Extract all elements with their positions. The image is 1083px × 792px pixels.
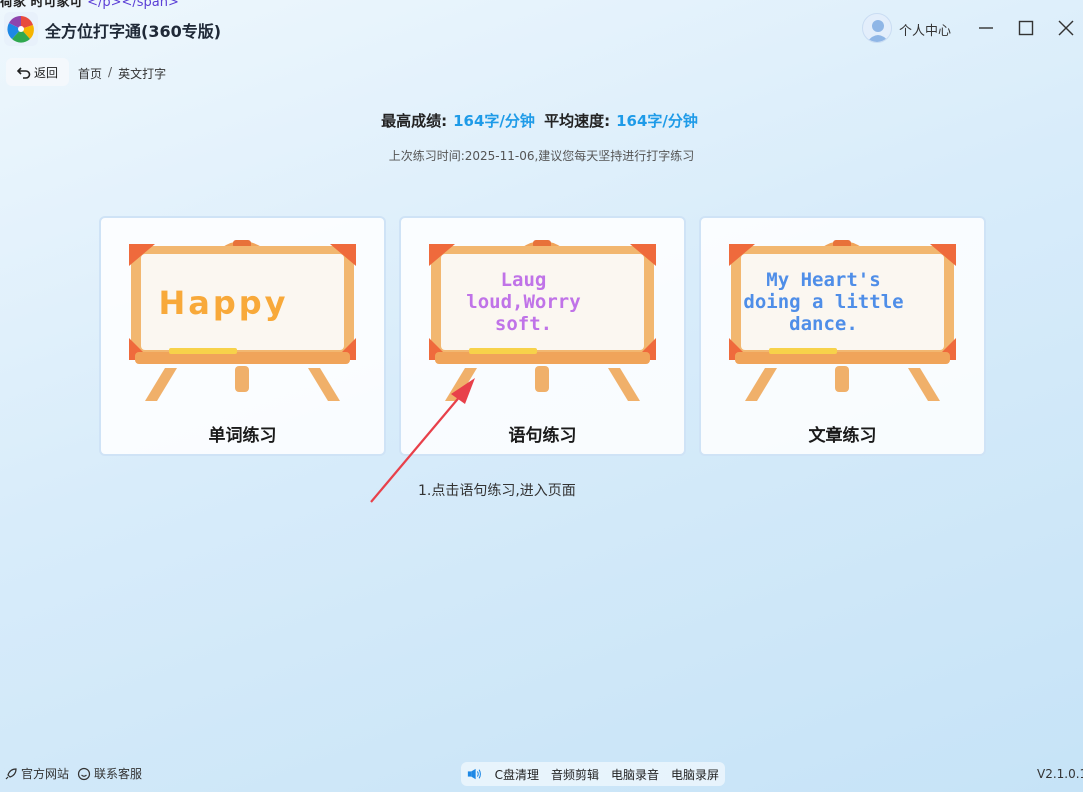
title-bar: 全方位打字通(360专版) 个人中心 bbox=[0, 6, 1083, 52]
tool-screen-record[interactable]: 电脑录屏 bbox=[671, 766, 719, 783]
annotation-text: 1.点击语句练习,进入页面 bbox=[418, 483, 576, 499]
card-label: 单词练习 bbox=[208, 426, 277, 446]
card-label: 文章练习 bbox=[808, 426, 877, 446]
footer-toolbar: C盘清理 音频剪辑 电脑录音 电脑录屏 bbox=[461, 762, 725, 786]
card-article-practice[interactable]: My Heart's doing a little dance. 文章练习 bbox=[699, 216, 986, 456]
board-text: Laug loud,Worry soft. bbox=[466, 269, 581, 335]
contact-support-label: 联系客服 bbox=[94, 767, 143, 781]
official-site-link[interactable]: 官方网站 bbox=[4, 765, 69, 782]
minimize-icon bbox=[979, 27, 993, 29]
breadcrumb: 首页 / 英文打字 bbox=[78, 65, 166, 82]
back-button[interactable]: 返回 bbox=[6, 58, 69, 86]
back-label: 返回 bbox=[33, 65, 58, 80]
close-icon bbox=[1058, 20, 1074, 36]
tool-audio-record[interactable]: 电脑录音 bbox=[611, 766, 659, 783]
minimize-button[interactable] bbox=[972, 14, 1000, 42]
avg-speed-value: 164字/分钟 bbox=[616, 112, 698, 130]
board-text: My Heart's doing a little dance. bbox=[743, 269, 904, 335]
tool-disk-clean[interactable]: C盘清理 bbox=[495, 766, 539, 783]
card-word-practice[interactable]: Happy 单词练习 bbox=[99, 216, 386, 456]
contact-support-link[interactable]: 联系客服 bbox=[77, 765, 142, 782]
close-button[interactable] bbox=[1052, 14, 1080, 42]
breadcrumb-separator: / bbox=[108, 65, 113, 79]
speaker-icon[interactable] bbox=[467, 767, 483, 781]
stats-row: 最高成绩: 164字/分钟 平均速度: 164字/分钟 bbox=[0, 110, 1083, 131]
support-icon bbox=[77, 767, 91, 780]
user-center-link[interactable]: 个人中心 bbox=[899, 20, 951, 39]
footer-links: 官方网站 联系客服 bbox=[4, 765, 142, 782]
maximize-icon bbox=[1018, 20, 1034, 36]
top-partial-text: 荷家 时可家可 </p></span> bbox=[0, 0, 179, 10]
board-text: Happy bbox=[158, 283, 289, 322]
app-logo-icon bbox=[4, 12, 38, 46]
breadcrumb-current: 英文打字 bbox=[118, 67, 167, 81]
best-score-value: 164字/分钟 bbox=[453, 112, 535, 130]
best-score-label: 最高成绩: bbox=[381, 112, 448, 130]
back-arrow-icon bbox=[16, 67, 31, 79]
breadcrumb-home[interactable]: 首页 bbox=[78, 65, 102, 82]
rocket-icon bbox=[5, 767, 17, 779]
user-icon bbox=[867, 20, 889, 42]
avg-speed-label: 平均速度: bbox=[544, 112, 611, 130]
app-title: 全方位打字通(360专版) bbox=[45, 22, 222, 41]
maximize-button[interactable] bbox=[1012, 14, 1040, 42]
version-label: V2.1.0.1 bbox=[1037, 767, 1083, 781]
official-site-label: 官方网站 bbox=[21, 767, 70, 781]
tool-audio-edit[interactable]: 音频剪辑 bbox=[551, 766, 599, 783]
user-avatar[interactable] bbox=[862, 13, 892, 43]
last-practice-text: 上次练习时间:2025-11-06,建议您每天坚持进行打字练习 bbox=[388, 149, 695, 163]
